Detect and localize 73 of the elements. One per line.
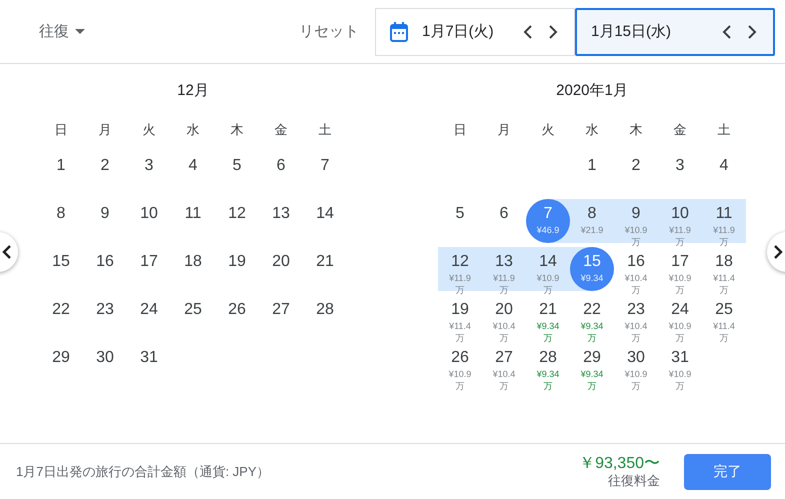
date-value: 1月15日(水) (591, 22, 672, 41)
calendar-day[interactable]: 16 (83, 247, 127, 291)
calendar-day[interactable]: 1 (570, 151, 614, 195)
calendar-day[interactable]: 4 (171, 151, 215, 195)
weekday-label: 水 (584, 121, 600, 139)
weekday-label: 水 (186, 121, 200, 139)
total-price: ￥93,350〜 (579, 454, 660, 472)
weekday-label: 金 (274, 121, 288, 139)
calendar-day[interactable]: 20 (259, 247, 303, 291)
calendar-day[interactable]: 28 (303, 295, 347, 339)
weekday-label: 土 (716, 121, 732, 139)
selected-day[interactable]: 7 ¥46.9 (526, 199, 570, 243)
calendar-day[interactable]: 14 (303, 199, 347, 243)
calendar-day[interactable]: 18 (171, 247, 215, 291)
calendar-day[interactable]: 4 (702, 151, 746, 195)
calendar-day[interactable]: 5 (215, 151, 259, 195)
calendar-day[interactable]: 9 (83, 199, 127, 243)
calendar-day[interactable]: 6 (259, 151, 303, 195)
calendar-day[interactable]: 27 (259, 295, 303, 339)
reset-button[interactable]: リセット (299, 22, 359, 41)
calendar-day[interactable]: 21 (303, 247, 347, 291)
weekday-label: 月 (496, 121, 512, 139)
calendar-day[interactable]: 15 (39, 247, 83, 291)
calendar-day[interactable]: 13 (259, 199, 303, 243)
calendar-day[interactable]: 2 (83, 151, 127, 195)
date-field[interactable]: 1月15日(水) (575, 8, 775, 56)
calendar-day[interactable]: 3 (127, 151, 171, 195)
calendar-day[interactable]: 10 (127, 199, 171, 243)
weekday-label: 火 (540, 121, 556, 139)
calendar-day[interactable]: 3 (658, 151, 702, 195)
calendar-day[interactable]: 23 (83, 295, 127, 339)
calendar-day[interactable]: 1 (39, 151, 83, 195)
calendar-day[interactable]: 31 (127, 343, 171, 387)
calendar-day[interactable]: 29 (39, 343, 83, 387)
caret-icon (75, 29, 85, 34)
chevron-left-icon (2, 245, 12, 259)
calendar-day[interactable]: 26 (215, 295, 259, 339)
chevron-right-icon[interactable] (747, 24, 757, 38)
done-button[interactable]: 完了 (684, 454, 771, 490)
date-value: 1月7日(火) (422, 22, 495, 41)
chevron-right-icon (773, 245, 783, 259)
calendar-day[interactable]: 24 (127, 295, 171, 339)
chevron-right-icon[interactable] (548, 24, 558, 38)
calendar-day[interactable]: 7 (303, 151, 347, 195)
calendar-day[interactable]: 11 (171, 199, 215, 243)
calendar-day[interactable]: 25 (171, 295, 215, 339)
weekday-label: 土 (318, 121, 332, 139)
weekday-label: 日 (452, 121, 468, 139)
price-label: 往復料金 (608, 472, 660, 488)
total-price-note: 1月7日出発の旅行の合計金額（通貨: JPY） (16, 462, 270, 480)
calendar-day[interactable]: 2 (614, 151, 658, 195)
selected-day[interactable]: 15 ¥9.34 (570, 247, 614, 291)
calendar-day[interactable]: 12 (215, 199, 259, 243)
calendar-day[interactable]: 17 (127, 247, 171, 291)
weekday-label: 金 (672, 121, 688, 139)
weekday-label: 木 (230, 121, 244, 139)
calendar-day[interactable]: 8 ¥21.9 (570, 199, 614, 243)
calendar-day[interactable]: 5 (438, 199, 482, 243)
weekday-label: 木 (628, 121, 644, 139)
calendar-day[interactable]: 30 (83, 343, 127, 387)
date-field[interactable]: 1月7日(火) (375, 8, 575, 56)
weekday-label: 月 (98, 121, 112, 139)
calendar-day[interactable]: 6 (482, 199, 526, 243)
trip-type-dropdown[interactable]: 往復 (39, 22, 85, 41)
weekday-label: 日 (54, 121, 68, 139)
chevron-left-icon[interactable] (722, 24, 732, 38)
calendar-day[interactable]: 8 (39, 199, 83, 243)
month-title: 12月 (176, 81, 210, 101)
month-title: 2020年1月 (555, 81, 629, 101)
chevron-left-icon[interactable] (523, 24, 533, 38)
weekday-label: 火 (142, 121, 156, 139)
calendar-day[interactable]: 19 (215, 247, 259, 291)
calendar-day[interactable]: 22 (39, 295, 83, 339)
